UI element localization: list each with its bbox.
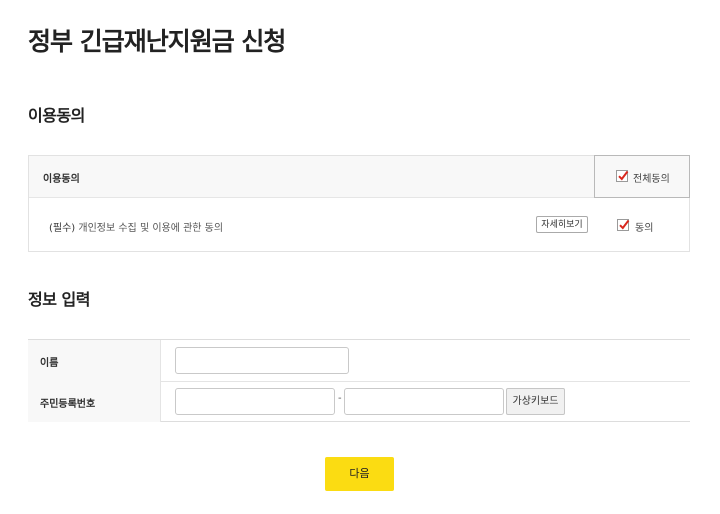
rrn-separator: -	[338, 393, 342, 404]
privacy-consent-text: (필수) 개인정보 수집 및 이용에 관한 동의	[49, 219, 223, 234]
rrn-label: 주민등록번호	[40, 399, 96, 410]
agreement-box: 이용동의 전체동의 (필수) 개인정보 수집 및 이용에 관한 동의 자세히보기…	[28, 155, 690, 252]
privacy-consent-label: 개인정보 수집 및 이용에 관한 동의	[75, 223, 224, 234]
view-details-button[interactable]: 자세히보기	[536, 216, 588, 233]
info-form: 이름 주민등록번호 - 가상키보드	[28, 339, 690, 422]
agreement-header: 이용동의	[29, 156, 689, 198]
rrn-label-cell: 주민등록번호	[28, 381, 161, 422]
required-tag: (필수)	[49, 223, 76, 234]
rrn-front-input[interactable]	[175, 388, 335, 415]
all-agree-checkbox[interactable]	[616, 170, 629, 182]
next-button[interactable]: 다음	[325, 457, 394, 491]
name-row: 이름	[28, 340, 690, 382]
info-section-title: 정보 입력	[28, 290, 90, 309]
all-agree-label: 전체동의	[633, 174, 670, 185]
all-agree-option[interactable]: 전체동의	[594, 155, 690, 198]
name-label: 이름	[40, 358, 59, 369]
rrn-back-input[interactable]	[344, 388, 504, 415]
virtual-keyboard-button[interactable]: 가상키보드	[506, 388, 565, 415]
privacy-consent-checkbox[interactable]	[617, 219, 630, 231]
agreement-section-title: 이용동의	[28, 106, 85, 125]
page-title: 정부 긴급재난지원금 신청	[28, 27, 286, 56]
rrn-row: 주민등록번호 - 가상키보드	[28, 381, 690, 422]
checkmark-icon	[618, 170, 629, 181]
agreement-header-label: 이용동의	[43, 174, 80, 185]
checkmark-icon	[619, 219, 630, 230]
privacy-consent-agree-label: 동의	[635, 223, 654, 234]
name-label-cell: 이름	[28, 340, 161, 381]
name-input[interactable]	[175, 347, 349, 374]
